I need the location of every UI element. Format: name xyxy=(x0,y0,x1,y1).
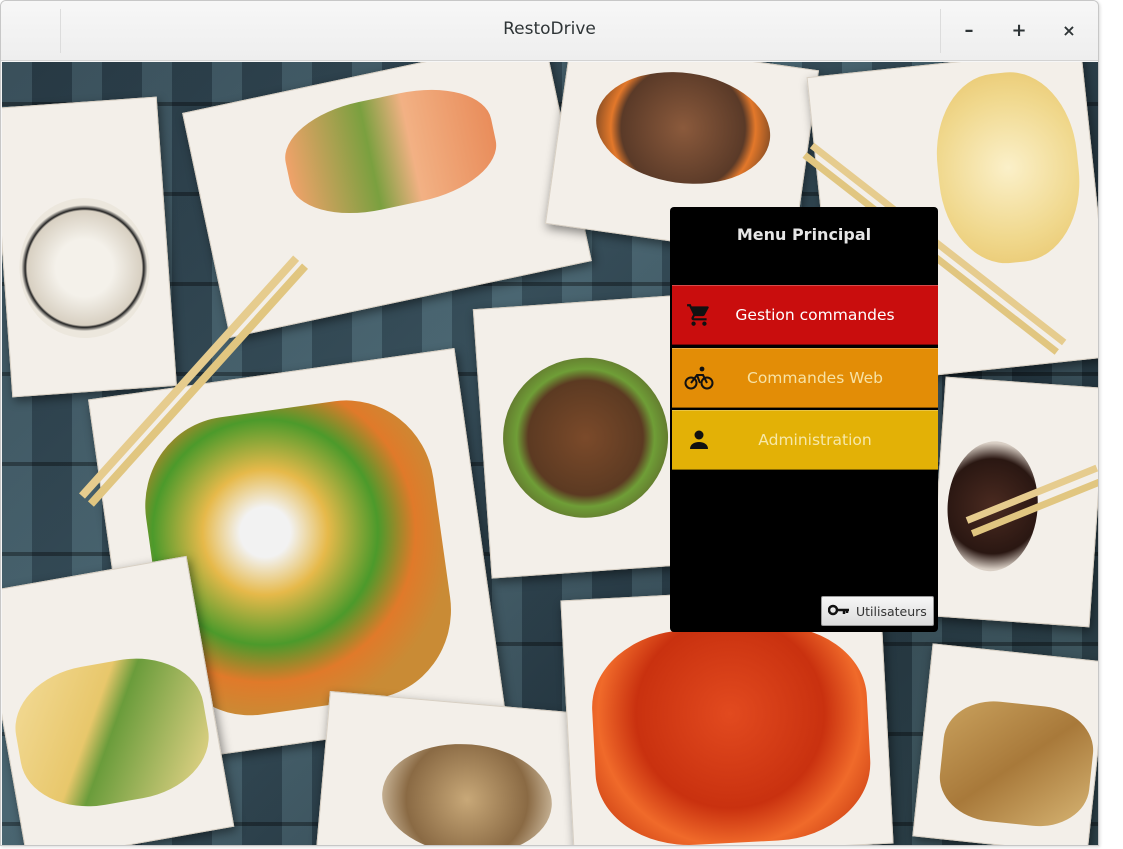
close-button[interactable]: × xyxy=(1054,16,1084,46)
cart-icon xyxy=(672,302,726,328)
administration-button[interactable]: Administration xyxy=(672,410,938,470)
gestion-commandes-button[interactable]: Gestion commandes xyxy=(672,285,938,345)
commandes-web-label: Commandes Web xyxy=(747,369,883,387)
food-box xyxy=(912,643,1098,845)
food-box xyxy=(182,62,592,338)
bao-buns xyxy=(928,65,1088,270)
fried-rice xyxy=(497,352,674,524)
maximize-button[interactable]: + xyxy=(1004,16,1034,46)
commandes-web-button[interactable]: Commandes Web xyxy=(672,348,938,408)
utilisateurs-button[interactable]: Utilisateurs xyxy=(821,596,934,626)
menu-title: Menu Principal xyxy=(736,225,872,244)
spring-rolls xyxy=(6,647,218,818)
fried-rolls xyxy=(935,696,1098,832)
beef-noodles xyxy=(588,62,778,195)
spring-roll xyxy=(276,75,505,228)
rice xyxy=(14,193,155,343)
minimize-button[interactable]: – xyxy=(954,16,984,46)
food-box xyxy=(2,96,177,398)
person-icon xyxy=(672,428,726,452)
sweet-sour-chicken xyxy=(588,620,875,845)
key-icon xyxy=(827,602,850,621)
gestion-commandes-label: Gestion commandes xyxy=(735,306,895,324)
title-bar[interactable]: RestoDrive – + × xyxy=(1,1,1098,61)
main-menu-panel: Menu Principal Gestion commandes Command… xyxy=(670,207,938,632)
dumplings xyxy=(377,737,557,845)
food-box xyxy=(315,690,589,845)
bicycle-icon xyxy=(672,365,726,391)
titlebar-separator xyxy=(940,9,941,53)
window-title: RestoDrive xyxy=(503,19,596,39)
app-window: RestoDrive – + × Menu Principal Gestion … xyxy=(0,0,1099,846)
food-box xyxy=(472,295,692,579)
utilisateurs-label: Utilisateurs xyxy=(856,603,927,619)
administration-label: Administration xyxy=(758,431,872,449)
